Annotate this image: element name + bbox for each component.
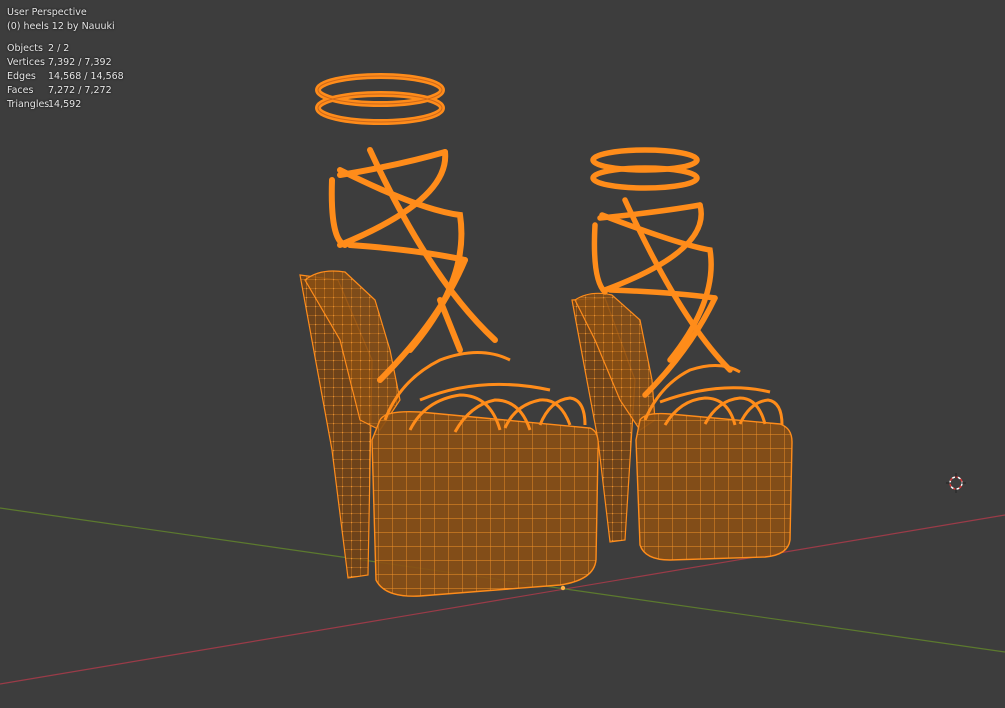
stat-row-edges: Edges 14,568 / 14,568 xyxy=(7,70,124,84)
scene-canvas[interactable] xyxy=(0,0,1005,708)
stat-value: 14,568 / 14,568 xyxy=(48,71,124,82)
stat-row-objects: Objects 2 / 2 xyxy=(7,42,124,56)
scene-statistics: Objects 2 / 2 Vertices 7,392 / 7,392 Edg… xyxy=(7,42,124,112)
stat-label: Edges xyxy=(7,71,36,82)
stat-value: 2 / 2 xyxy=(48,43,70,54)
stat-row-vertices: Vertices 7,392 / 7,392 xyxy=(7,56,124,70)
stat-label: Triangles xyxy=(7,99,50,110)
origin-point xyxy=(560,585,566,591)
stat-value: 7,272 / 7,272 xyxy=(48,85,112,96)
left-shoe-mesh[interactable] xyxy=(299,73,600,597)
stat-row-faces: Faces 7,272 / 7,272 xyxy=(7,84,124,98)
stat-value: 7,392 / 7,392 xyxy=(48,57,112,68)
3d-viewport[interactable]: User Perspective (0) heels 12 by Nauuki … xyxy=(0,0,1005,708)
stat-label: Vertices xyxy=(7,57,45,68)
collection-label: (0) heels 12 by Nauuki xyxy=(7,21,115,32)
stat-row-triangles: Triangles 14,592 xyxy=(7,98,124,112)
stat-value: 14,592 xyxy=(48,99,82,110)
stat-label: Objects xyxy=(7,43,43,54)
stat-label: Faces xyxy=(7,85,34,96)
viewport-info: User Perspective (0) heels 12 by Nauuki xyxy=(7,6,115,34)
3d-cursor-icon[interactable] xyxy=(946,473,966,493)
right-shoe-mesh[interactable] xyxy=(571,147,793,561)
perspective-label: User Perspective xyxy=(7,7,87,18)
